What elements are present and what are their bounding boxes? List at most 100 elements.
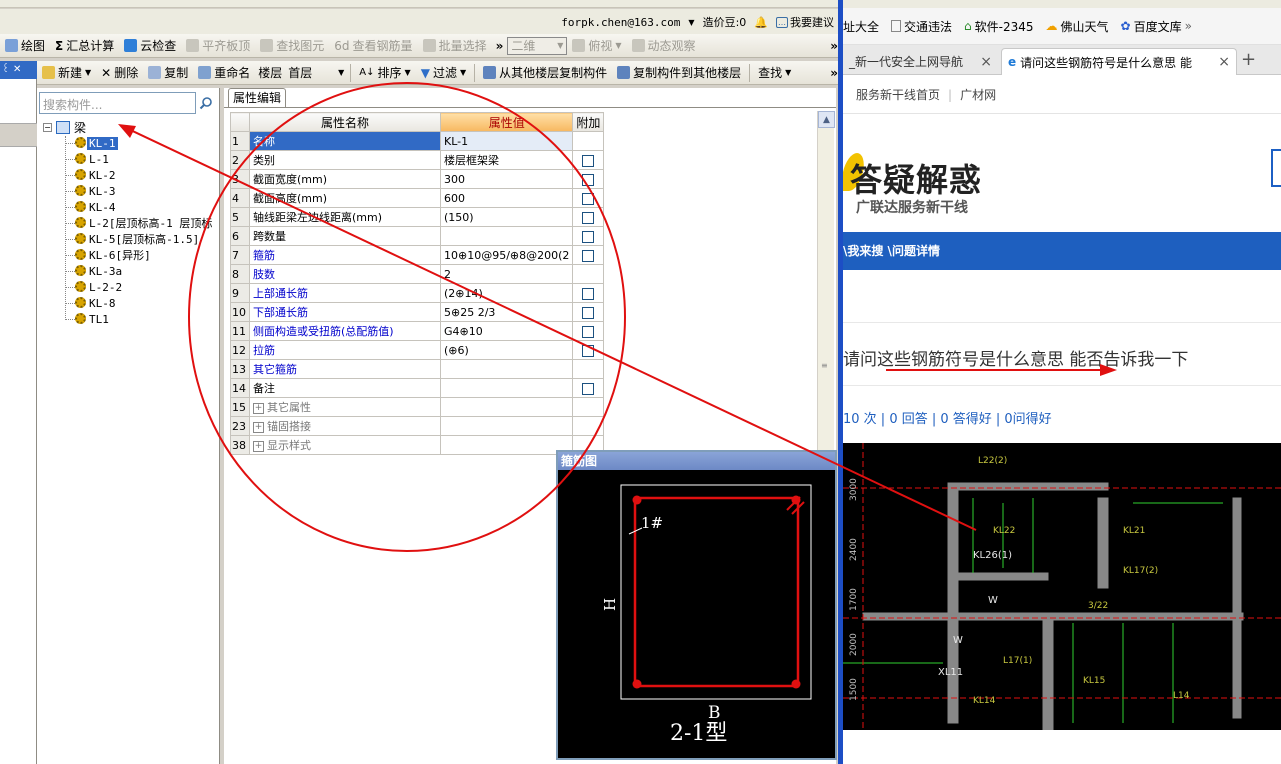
subnav-home-link[interactable]: 服务新干线首页 (856, 86, 940, 103)
overflow-icon[interactable]: » (1185, 19, 1192, 33)
tree-item-5[interactable]: L-2[层顶标高-1 层顶标 (43, 215, 223, 231)
property-row[interactable]: 6 跨数量 (230, 226, 605, 246)
fav-link-2[interactable]: ⌂ 软件-2345 (964, 18, 1034, 35)
property-row[interactable]: 2 类别 楼层框架梁 (230, 150, 605, 170)
property-row[interactable]: 13 其它箍筋 (230, 359, 605, 379)
property-row[interactable]: 11 侧面构造或受扭筋(总配筋值) G4⊕10 (230, 321, 605, 341)
tree-item-2[interactable]: KL-2 (43, 167, 223, 183)
property-row[interactable]: 38 + 显示样式 (230, 435, 605, 455)
batch-select-button[interactable]: 批量选择 (418, 35, 492, 57)
tree-item-11[interactable]: TL1 (43, 311, 223, 327)
fav-link-4[interactable]: ✿ 百度文库» (1121, 18, 1192, 35)
extra-checkbox[interactable] (582, 154, 595, 167)
fav-link-3[interactable]: ☁ 佛山天气 (1046, 18, 1109, 35)
property-row[interactable]: 12 拉筋 (⊕6) (230, 340, 605, 360)
property-row[interactable]: 4 截面高度(mm) 600 (230, 188, 605, 208)
expand-icon[interactable]: + (253, 421, 264, 433)
view-rebar-button[interactable]: 6d 查看钢筋量 (329, 35, 417, 57)
extra-checkbox[interactable] (582, 344, 595, 357)
tree-item-9[interactable]: L-2-2 (43, 279, 223, 295)
fav-link-1[interactable]: 交通违法 (891, 18, 952, 35)
stirrup-window-title[interactable]: 箍筋图 (558, 452, 835, 470)
subnav-material-link[interactable]: 广材网 (960, 86, 996, 103)
toolbar-overflow-icon[interactable]: » (492, 39, 508, 53)
browser-tab-1[interactable]: e 请问这些钢筋符号是什么意思 能 × (1001, 48, 1237, 75)
property-value[interactable] (439, 435, 574, 455)
copy-to-floor-button[interactable]: 复制构件到其他楼层 (612, 62, 746, 84)
property-row[interactable]: 1 名称 KL-1 (230, 131, 605, 151)
property-row[interactable]: 9 上部通长筋 (2⊕14) (230, 283, 605, 303)
sort-button[interactable]: A↓ 排序 ▼ (354, 62, 415, 84)
extra-checkbox[interactable] (582, 287, 595, 300)
property-value[interactable]: (150) (439, 207, 574, 227)
property-row[interactable]: 14 备注 (230, 378, 605, 398)
align-slab-top-button[interactable]: 平齐板顶 (181, 35, 255, 57)
property-value[interactable]: 300 (439, 169, 574, 189)
property-value[interactable] (439, 226, 574, 246)
component-search-input[interactable]: 搜索构件... (39, 92, 196, 114)
extra-checkbox[interactable] (582, 173, 595, 186)
view-mode-combo[interactable]: 二维 ▼ (507, 36, 568, 55)
copy-from-floor-button[interactable]: 从其他楼层复制构件 (478, 62, 612, 84)
account-email[interactable]: forpk.chen@163.com (561, 16, 680, 29)
summary-calc-button[interactable]: Σ 汇总计算 (50, 35, 119, 57)
draw-button[interactable]: 绘图 (0, 35, 50, 57)
stirrup-diagram-window[interactable]: 箍筋图 1# H B 2-1型 (556, 450, 837, 760)
extra-checkbox[interactable] (582, 306, 595, 319)
property-row[interactable]: 3 截面宽度(mm) 300 (230, 169, 605, 189)
property-value[interactable]: 楼层框架梁 (439, 150, 574, 170)
header-prop-value[interactable]: 属性值 (439, 112, 574, 132)
search-box-edge[interactable] (1271, 149, 1281, 187)
property-row[interactable]: 5 轴线距梁左边线距离(mm) (150) (230, 207, 605, 227)
suggest-button[interactable]: … 我要建议 (776, 14, 834, 30)
property-value[interactable] (439, 397, 574, 417)
extra-checkbox[interactable] (582, 382, 595, 395)
bell-icon[interactable]: 🔔 (754, 16, 768, 29)
tree-item-1[interactable]: L-1 (43, 151, 223, 167)
close-icon[interactable]: × (980, 54, 992, 70)
property-value[interactable]: (⊕6) (439, 340, 574, 360)
property-value[interactable]: 2 (439, 264, 574, 284)
floor-select[interactable]: 首层 ▼ (285, 64, 347, 82)
browser-tab-0[interactable]: _新一代安全上网导航 × (843, 48, 998, 75)
property-value[interactable] (439, 378, 574, 398)
extra-checkbox[interactable] (582, 325, 595, 338)
tree-item-8[interactable]: KL-3a (43, 263, 223, 279)
close-icon[interactable]: × (1218, 54, 1230, 70)
tree-item-6[interactable]: KL-5[层顶标高-1.5] (43, 231, 223, 247)
expand-icon[interactable]: + (253, 440, 264, 452)
property-value[interactable]: 5⊕25 2/3 (439, 302, 574, 322)
close-icon[interactable]: ✕ (13, 64, 21, 75)
dynamic-view-button[interactable]: 动态观察 (627, 35, 701, 57)
new-tab-icon[interactable]: + (1241, 49, 1256, 70)
search-icon[interactable] (197, 94, 215, 112)
extra-checkbox[interactable] (582, 211, 595, 224)
property-value[interactable]: 10⊕10@95/⊕8@200(2 (439, 245, 574, 265)
extra-checkbox[interactable] (582, 192, 595, 205)
property-value[interactable]: G4⊕10 (439, 321, 574, 341)
new-button[interactable]: 新建 ▼ (37, 62, 96, 84)
property-value[interactable] (439, 416, 574, 436)
scroll-up-icon[interactable]: ▲ (818, 111, 835, 128)
property-row[interactable]: 8 肢数 2 (230, 264, 605, 284)
property-value[interactable]: KL-1 (439, 131, 574, 151)
property-value[interactable]: (2⊕14) (439, 283, 574, 303)
property-value[interactable]: 600 (439, 188, 574, 208)
tree-root-beam[interactable]: − 梁 (43, 119, 223, 135)
tree-item-7[interactable]: KL-6[异形] (43, 247, 223, 263)
cloud-check-button[interactable]: 云检查 (119, 35, 181, 57)
nav-panel-row[interactable] (0, 123, 37, 147)
chevron-down-icon[interactable]: ▼ (688, 18, 694, 27)
property-row[interactable]: 15 + 其它属性 (230, 397, 605, 417)
rename-button[interactable]: 重命名 (193, 62, 255, 84)
find-button[interactable]: 查找 ▼ (753, 62, 796, 84)
delete-button[interactable]: ✕ 删除 (96, 62, 143, 84)
top-view-button[interactable]: 俯视 ▼ (567, 35, 626, 57)
property-row[interactable]: 10 下部通长筋 5⊕25 2/3 (230, 302, 605, 322)
find-element-button[interactable]: 查找图元 (255, 35, 329, 57)
extra-checkbox[interactable] (582, 249, 595, 262)
header-prop-name[interactable]: 属性名称 (249, 112, 441, 132)
property-value[interactable] (439, 359, 574, 379)
filter-button[interactable]: ▼ 过滤 ▼ (416, 62, 471, 84)
property-row[interactable]: 7 箍筋 10⊕10@95/⊕8@200(2 (230, 245, 605, 265)
